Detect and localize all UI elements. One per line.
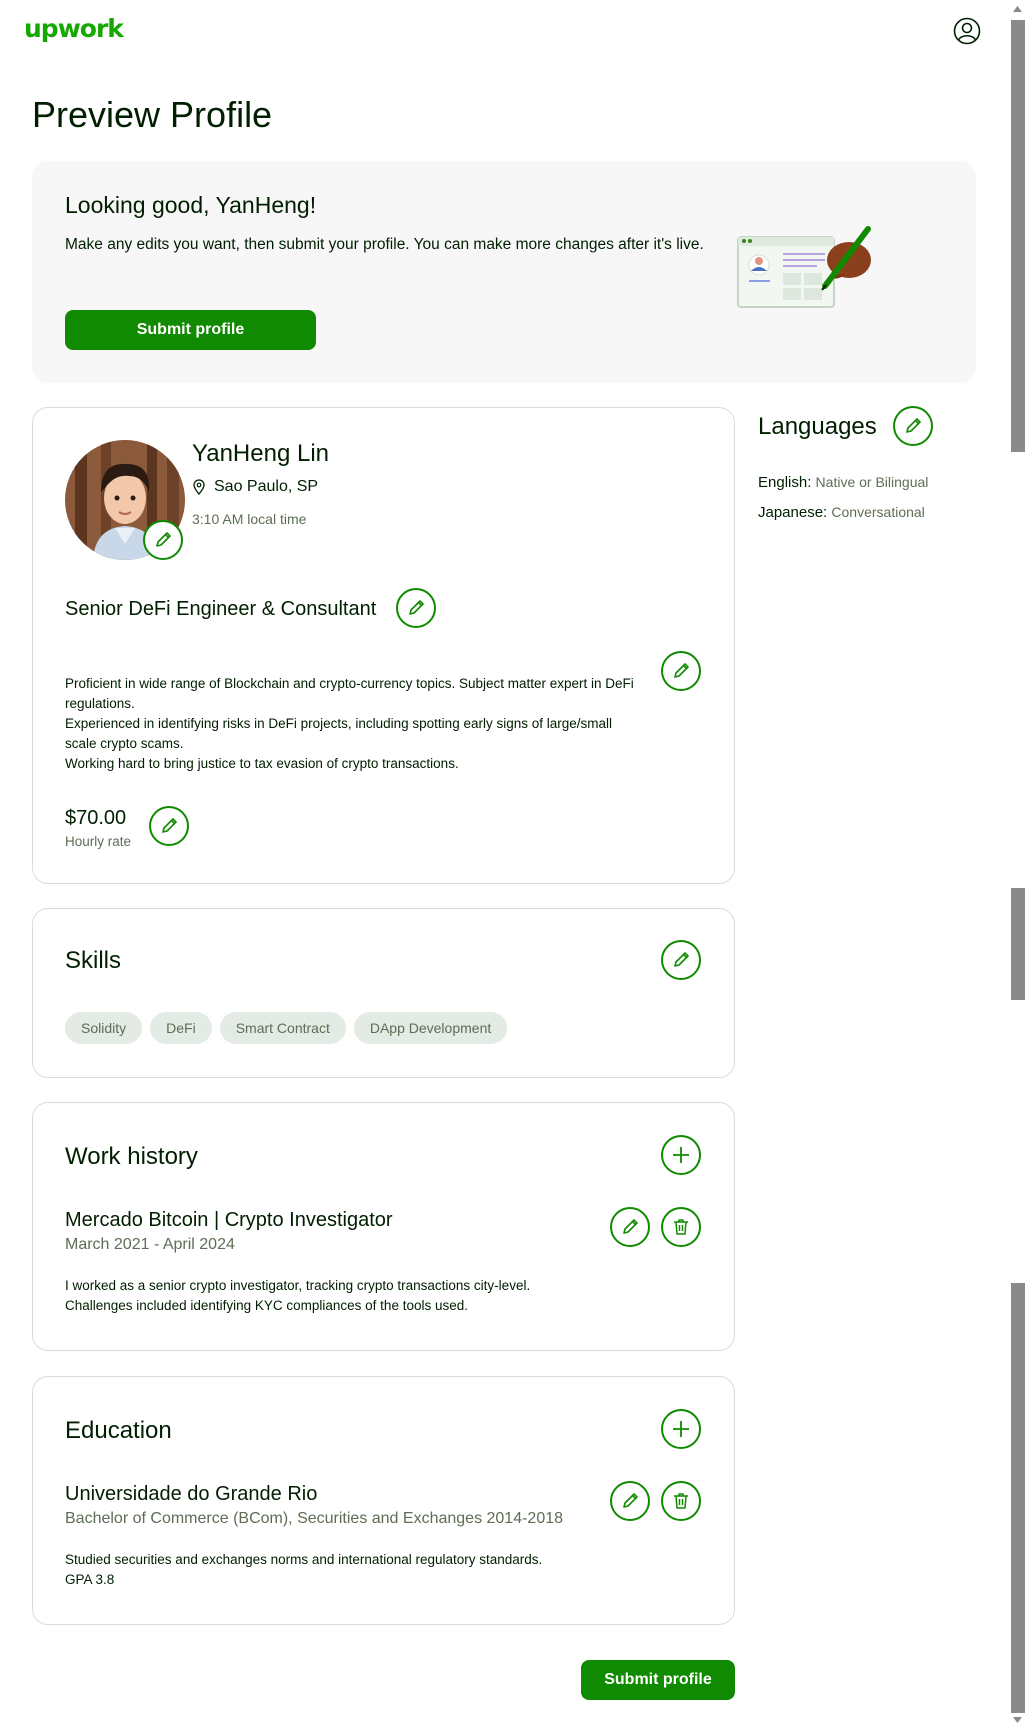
skill-chip: DApp Development <box>353 1012 508 1044</box>
language-level: Conversational <box>831 504 925 520</box>
skills-card: Skills Solidity DeFi Smart Contract DApp… <box>32 908 735 1078</box>
profile-illustration <box>737 226 871 308</box>
profile-location: Sao Paulo, SP <box>192 478 318 496</box>
language-item: English: Native or Bilingual <box>758 474 928 491</box>
pencil-icon <box>674 952 689 967</box>
language-name: Japanese: <box>758 504 828 521</box>
language-name: English: <box>758 474 812 491</box>
pencil-icon <box>156 532 171 547</box>
add-education-button[interactable] <box>661 1409 701 1449</box>
submit-profile-bottom-button[interactable]: Submit profile <box>581 1660 735 1700</box>
delete-work-entry-button[interactable] <box>661 1207 701 1247</box>
work-entry-title: Mercado Bitcoin | Crypto Investigator <box>65 1209 393 1231</box>
profile-overview: Proficient in wide range of Blockchain a… <box>65 674 645 774</box>
plus-icon <box>673 1147 689 1163</box>
skill-chip: Solidity <box>65 1012 143 1044</box>
work-history-card: Work history Mercado Bitcoin | Crypto In… <box>32 1102 735 1351</box>
education-school: Universidade do Grande Rio <box>65 1483 318 1505</box>
account-button[interactable] <box>953 17 981 45</box>
education-description: Studied securities and exchanges norms a… <box>65 1550 542 1590</box>
plus-icon <box>673 1421 689 1437</box>
scrollbar-thumb[interactable] <box>1011 1283 1025 1713</box>
description-line: Studied securities and exchanges norms a… <box>65 1552 543 1567</box>
education-card: Education Universidade do Grande Rio Bac… <box>32 1376 735 1625</box>
location-text: Sao Paulo, SP <box>214 478 319 495</box>
edit-skills-button[interactable] <box>661 940 701 980</box>
overview-line: Proficient in wide range of Blockchain a… <box>65 676 634 711</box>
skill-chip: Smart Contract <box>219 1012 346 1044</box>
submit-profile-button[interactable]: Submit profile <box>65 310 316 350</box>
trash-icon <box>674 1219 688 1235</box>
page-title: Preview Profile <box>32 94 273 135</box>
edit-languages-button[interactable] <box>893 406 933 446</box>
upwork-logo[interactable]: upwork <box>24 14 124 43</box>
language-item: Japanese: Conversational <box>758 504 925 521</box>
description-line: GPA 3.8 <box>65 1572 115 1587</box>
description-line: Challenges included identifying KYC comp… <box>65 1298 468 1313</box>
local-time: 3:10 AM local time <box>192 511 307 527</box>
edit-overview-button[interactable] <box>661 651 701 691</box>
banner-heading: Looking good, YanHeng! <box>65 192 317 218</box>
overview-line: Working hard to bring justice to tax eva… <box>65 756 459 771</box>
languages-heading: Languages <box>758 413 877 440</box>
add-work-history-button[interactable] <box>661 1135 701 1175</box>
description-line: I worked as a senior crypto investigator… <box>65 1278 531 1293</box>
avatar-container <box>65 440 185 560</box>
skills-heading: Skills <box>65 947 122 974</box>
work-history-heading: Work history <box>65 1143 198 1170</box>
hourly-rate-label: Hourly rate <box>65 834 132 849</box>
work-entry-dates: March 2021 - April 2024 <box>65 1236 235 1253</box>
language-level: Native or Bilingual <box>815 474 929 490</box>
hourly-rate: $70.00 <box>65 807 127 829</box>
education-heading: Education <box>65 1417 172 1444</box>
pencil-icon <box>623 1493 638 1508</box>
edit-education-button[interactable] <box>610 1481 650 1521</box>
pencil-icon <box>623 1219 638 1234</box>
user-circle-icon <box>953 17 981 45</box>
banner-text: Make any edits you want, then submit you… <box>65 236 704 253</box>
scroll-up-arrow-icon[interactable] <box>1008 0 1027 18</box>
skill-chip: DeFi <box>150 1012 212 1044</box>
profile-preview-page: upwork Preview Profile Looking good, Yan… <box>0 0 1008 1729</box>
edit-title-button[interactable] <box>396 588 436 628</box>
scrollbar-thumb[interactable] <box>1011 888 1025 1000</box>
scrollbar-thumb[interactable] <box>1011 20 1025 452</box>
edit-photo-button[interactable] <box>143 520 183 560</box>
submit-banner: Looking good, YanHeng! Make any edits yo… <box>32 161 976 383</box>
pencil-icon <box>409 600 424 615</box>
education-degree: Bachelor of Commerce (BCom), Securities … <box>65 1510 564 1527</box>
edit-rate-button[interactable] <box>149 806 189 846</box>
work-entry-description: I worked as a senior crypto investigator… <box>65 1276 530 1316</box>
scroll-down-arrow-icon[interactable] <box>1008 1711 1027 1729</box>
scrollbar[interactable] <box>1008 0 1027 1729</box>
skills-list: Solidity DeFi Smart Contract DApp Develo… <box>65 1012 508 1044</box>
delete-education-button[interactable] <box>661 1481 701 1521</box>
profile-name: YanHeng Lin <box>192 440 329 467</box>
trash-icon <box>674 1493 688 1509</box>
overview-line: Experienced in identifying risks in DeFi… <box>65 716 613 751</box>
edit-work-entry-button[interactable] <box>610 1207 650 1247</box>
profile-card: YanHeng Lin Sao Paulo, SP 3:10 AM local … <box>32 407 735 884</box>
pencil-icon <box>674 663 689 678</box>
profile-title: Senior DeFi Engineer & Consultant <box>65 598 377 620</box>
location-pin-icon <box>193 479 205 495</box>
pencil-icon <box>162 818 177 833</box>
pencil-icon <box>906 418 921 433</box>
